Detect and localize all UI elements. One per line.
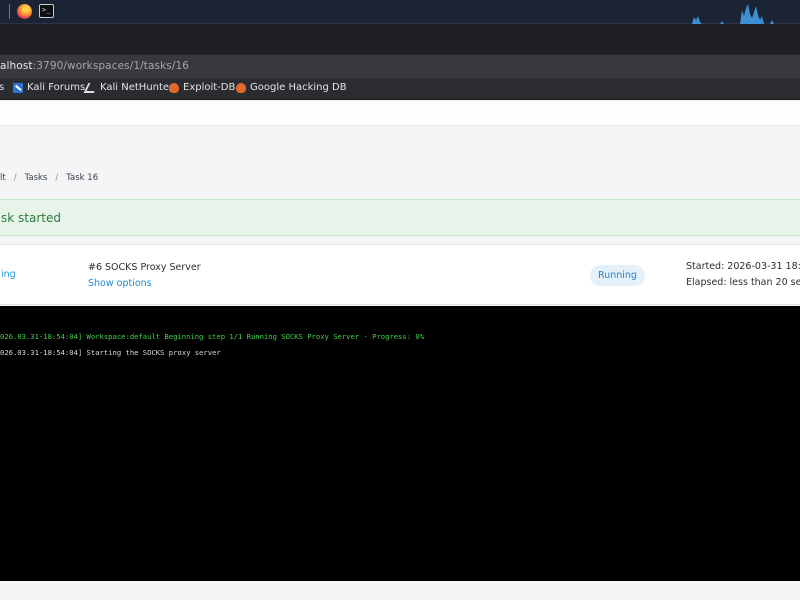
terminal-icon[interactable]: >_ — [39, 4, 54, 18]
exploit-db-icon — [169, 82, 179, 93]
bookmark-exploit-db[interactable]: Exploit-DB — [169, 82, 235, 93]
task-elapsed-time: Elapsed: less than 20 seconds — [686, 277, 800, 288]
app-content: lt / Tasks / Task 16 sk started ing #6 SOCKS… — [0, 101, 800, 600]
bookmark-google-hacking-db[interactable]: Google Hacking DB — [236, 82, 347, 93]
exploit-db-icon — [236, 82, 246, 93]
firefox-icon[interactable] — [17, 4, 32, 19]
cpu-graph-icon — [690, 4, 800, 24]
task-started-time: Started: 2026-03-31 18:54:04 — [686, 261, 800, 272]
breadcrumb: lt / Tasks / Task 16 — [0, 173, 98, 183]
system-taskbar: >_ — [0, 0, 800, 24]
task-title: #6 SOCKS Proxy Server — [88, 262, 201, 273]
alert-message: sk started — [1, 211, 61, 225]
url-host: alhost — [0, 60, 33, 72]
console-line: 026.03.31-18:54:04] Workspace:default Be… — [0, 332, 425, 341]
url-path: :3790/workspaces/1/tasks/16 — [32, 60, 190, 72]
breadcrumb-current-task: Task 16 — [66, 173, 99, 183]
status-badge: Running — [590, 265, 645, 286]
bookmark-kali-tools[interactable]: s — [0, 82, 4, 93]
task-summary-row: ing #6 SOCKS Proxy Server Show options R… — [0, 244, 800, 305]
console-line: 026.03.31-18:54:04] Starting the SOCKS p… — [0, 348, 221, 357]
bookmark-label: Google Hacking DB — [250, 82, 347, 93]
breadcrumb-workspace[interactable]: lt — [0, 173, 6, 183]
kali-forums-icon — [13, 82, 23, 93]
breadcrumb-separator: / — [55, 173, 59, 183]
bookmark-label: s — [0, 82, 5, 93]
url-text[interactable]: alhost:3790/workspaces/1/tasks/16 — [0, 60, 189, 72]
show-options-link[interactable]: Show options — [88, 278, 152, 289]
page-footer — [0, 581, 800, 600]
screen: >_ alhost:3790/workspaces/1/tasks/16 s K… — [0, 0, 800, 600]
bookmark-kali-forums[interactable]: Kali Forums — [13, 82, 85, 93]
bookmark-kali-nethunter[interactable]: Kali NetHunter — [83, 82, 174, 93]
address-bar[interactable]: alhost:3790/workspaces/1/tasks/16 — [0, 54, 800, 78]
kali-dragon-icon — [83, 82, 99, 93]
bookmark-label: Kali Forums — [27, 82, 86, 93]
success-alert: sk started — [0, 199, 800, 236]
breadcrumb-separator: / — [13, 173, 17, 183]
browser-tab-strip — [0, 24, 800, 54]
task-status-text: ing — [1, 269, 16, 280]
breadcrumb-tasks[interactable]: Tasks — [25, 173, 48, 183]
task-console-output[interactable]: 026.03.31-18:54:04] Workspace:default Be… — [0, 306, 800, 581]
taskbar-separator — [9, 4, 10, 19]
bookmark-label: Kali NetHunter — [100, 82, 174, 93]
bookmarks-toolbar: s Kali Forums Kali NetHunter Exploit-DB … — [0, 78, 800, 100]
app-navbar — [0, 101, 800, 126]
bookmark-label: Exploit-DB — [183, 82, 236, 93]
